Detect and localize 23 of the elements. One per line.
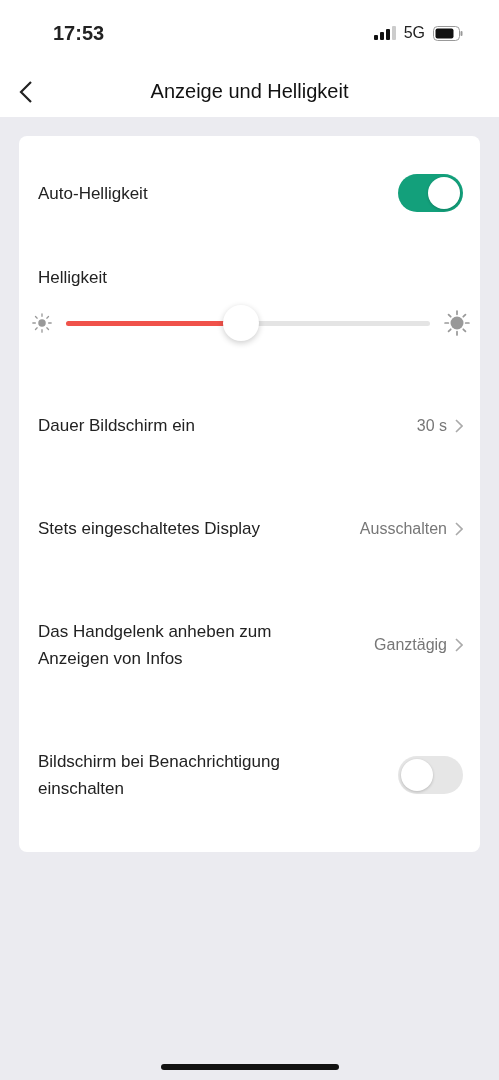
setting-value[interactable]: Ausschalten <box>359 519 463 538</box>
setting-label: Auto-Helligkeit <box>38 182 149 205</box>
chevron-icon <box>455 418 463 433</box>
chevron-icon <box>455 638 463 652</box>
setting-label: Dauer Bildschirm ein <box>38 415 196 437</box>
setting-label: Helligkeit <box>38 267 108 288</box>
setting-label: Das Handgelenk anheben zum Anzeigen von Infos <box>38 621 273 670</box>
toggle-switch[interactable] <box>398 174 463 212</box>
page-title: Anzeige und Helligkeit <box>150 80 349 103</box>
network-label: 5G <box>403 24 425 42</box>
chevron-icon <box>455 521 463 536</box>
setting-label: Stets eingeschaltetes Display <box>38 518 262 540</box>
battery-icon <box>433 25 463 41</box>
setting-value[interactable]: Ganztägig <box>374 636 463 654</box>
signal-icon <box>373 26 396 40</box>
status-time: 17:53 <box>53 21 106 45</box>
sun-icon <box>32 313 52 333</box>
slider-thumb[interactable] <box>222 304 259 341</box>
toggle-switch[interactable] <box>398 756 463 794</box>
setting-value[interactable]: 30 s <box>416 416 463 435</box>
sun-icon <box>444 310 470 336</box>
brightness-slider[interactable] <box>66 305 430 341</box>
setting-label: Bildschirm bei Benachrichtigung einschalten <box>38 751 281 800</box>
